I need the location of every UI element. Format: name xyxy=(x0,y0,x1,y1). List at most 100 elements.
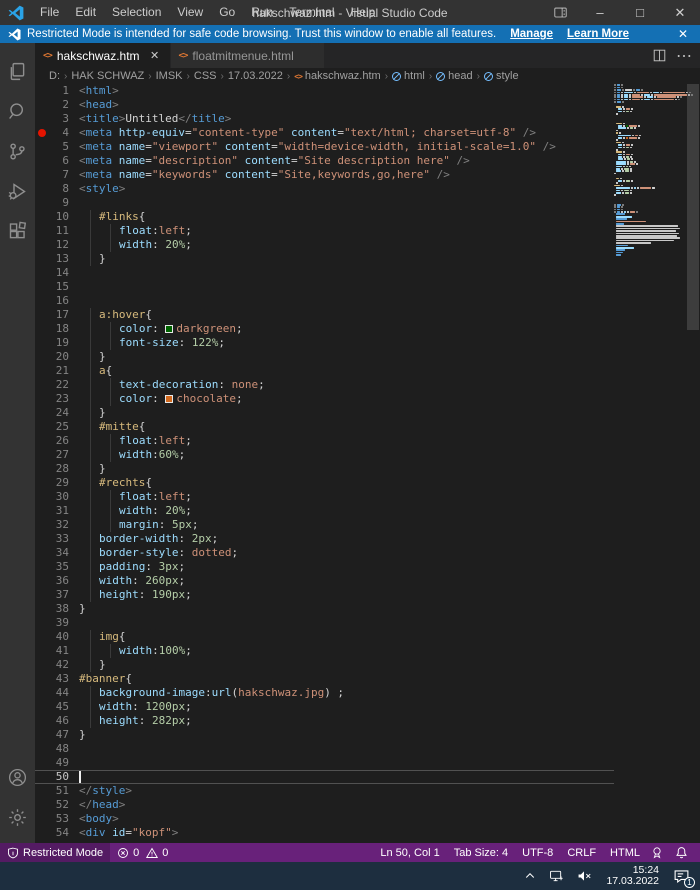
menu-view[interactable]: View xyxy=(169,0,211,25)
code-line-30[interactable]: 30float:left; xyxy=(35,490,614,504)
glyph-margin[interactable] xyxy=(35,546,49,560)
code-line-42[interactable]: 42} xyxy=(35,658,614,672)
glyph-margin[interactable] xyxy=(35,700,49,714)
glyph-margin[interactable] xyxy=(35,196,49,210)
glyph-margin[interactable] xyxy=(35,616,49,630)
glyph-margin[interactable] xyxy=(35,266,49,280)
glyph-margin[interactable] xyxy=(35,168,49,182)
glyph-margin[interactable] xyxy=(35,630,49,644)
run-debug-icon[interactable] xyxy=(0,171,35,211)
glyph-margin[interactable] xyxy=(35,644,49,658)
glyph-margin[interactable] xyxy=(35,84,49,98)
glyph-margin[interactable] xyxy=(35,784,49,798)
banner-close-icon[interactable]: ✕ xyxy=(672,27,694,41)
glyph-margin[interactable] xyxy=(35,210,49,224)
code-line-21[interactable]: 21a{ xyxy=(35,364,614,378)
settings-gear-icon[interactable] xyxy=(0,797,35,837)
glyph-margin[interactable] xyxy=(35,294,49,308)
code-line-10[interactable]: 10#links{ xyxy=(35,210,614,224)
extensions-icon[interactable] xyxy=(0,211,35,251)
code-line-48[interactable]: 48 xyxy=(35,742,614,756)
tab-floatmitmenue.html[interactable]: <>floatmitmenue.html✕ xyxy=(171,43,325,68)
code-line-26[interactable]: 26float:left; xyxy=(35,434,614,448)
glyph-margin[interactable] xyxy=(35,364,49,378)
glyph-margin[interactable] xyxy=(35,826,49,840)
taskbar-clock[interactable]: 15:24 17.03.2022 xyxy=(598,865,667,887)
close-window-button[interactable]: ✕ xyxy=(660,0,700,25)
glyph-margin[interactable] xyxy=(35,392,49,406)
glyph-margin[interactable] xyxy=(35,742,49,756)
restricted-mode-status[interactable]: Restricted Mode xyxy=(0,843,110,862)
volume-muted-icon[interactable] xyxy=(570,862,598,890)
glyph-margin[interactable] xyxy=(35,406,49,420)
code-line-31[interactable]: 31width: 20%; xyxy=(35,504,614,518)
code-line-17[interactable]: 17a:hover{ xyxy=(35,308,614,322)
code-line-37[interactable]: 37height: 190px; xyxy=(35,588,614,602)
code-line-34[interactable]: 34border-style: dotted; xyxy=(35,546,614,560)
learn-more-link[interactable]: Learn More xyxy=(567,28,629,40)
code-line-27[interactable]: 27width:60%; xyxy=(35,448,614,462)
explorer-icon[interactable] xyxy=(0,51,35,91)
language-mode-status[interactable]: HTML xyxy=(603,843,647,862)
breadcrumb-item-17-03-2022[interactable]: ›17.03.2022 xyxy=(217,70,283,82)
glyph-margin[interactable] xyxy=(35,378,49,392)
network-icon[interactable] xyxy=(542,862,570,890)
code-line-29[interactable]: 29#rechts{ xyxy=(35,476,614,490)
manage-link[interactable]: Manage xyxy=(510,28,553,40)
code-line-25[interactable]: 25#mitte{ xyxy=(35,420,614,434)
minimap[interactable] xyxy=(614,84,686,256)
code-line-8[interactable]: 8<style> xyxy=(35,182,614,196)
glyph-margin[interactable] xyxy=(35,588,49,602)
code-line-40[interactable]: 40img{ xyxy=(35,630,614,644)
menu-run[interactable]: Run xyxy=(243,0,281,25)
tab-size-status[interactable]: Tab Size: 4 xyxy=(447,843,515,862)
minimize-button[interactable]: – xyxy=(580,0,620,25)
glyph-margin[interactable] xyxy=(35,714,49,728)
breadcrumb-item-css[interactable]: ›CSS xyxy=(183,70,217,82)
breadcrumb-item-hak-schwaz[interactable]: ›HAK SCHWAZ xyxy=(60,70,144,82)
code-line-4[interactable]: 4<meta http-equiv="content-type" content… xyxy=(35,126,614,140)
code-line-5[interactable]: 5<meta name="viewport" content="width=de… xyxy=(35,140,614,154)
breadcrumb-item-style[interactable]: ›style xyxy=(473,70,519,82)
code-line-2[interactable]: 2<head> xyxy=(35,98,614,112)
feedback-icon[interactable] xyxy=(647,843,671,862)
glyph-margin[interactable] xyxy=(35,448,49,462)
code-line-16[interactable]: 16 xyxy=(35,294,614,308)
glyph-margin[interactable] xyxy=(35,154,49,168)
code-line-39[interactable]: 39 xyxy=(35,616,614,630)
glyph-margin[interactable] xyxy=(35,252,49,266)
code-line-46[interactable]: 46height: 282px; xyxy=(35,714,614,728)
code-line-24[interactable]: 24} xyxy=(35,406,614,420)
breadcrumb-item-imsk[interactable]: ›IMSK xyxy=(144,70,182,82)
breakpoint-icon[interactable] xyxy=(35,126,49,140)
code-line-14[interactable]: 14 xyxy=(35,266,614,280)
breadcrumb-item-hakschwaz-htm[interactable]: ›<>hakschwaz.htm xyxy=(283,70,381,82)
glyph-margin[interactable] xyxy=(35,182,49,196)
code-line-13[interactable]: 13} xyxy=(35,252,614,266)
glyph-margin[interactable] xyxy=(35,490,49,504)
glyph-margin[interactable] xyxy=(35,518,49,532)
code-line-3[interactable]: 3<title>Untitled</title> xyxy=(35,112,614,126)
code-line-49[interactable]: 49 xyxy=(35,756,614,770)
code-line-36[interactable]: 36width: 260px; xyxy=(35,574,614,588)
code-line-7[interactable]: 7<meta name="keywords" content="Site,key… xyxy=(35,168,614,182)
code-line-50[interactable]: 50 xyxy=(35,770,614,784)
glyph-margin[interactable] xyxy=(35,476,49,490)
code-line-12[interactable]: 12width: 20%; xyxy=(35,238,614,252)
menu-go[interactable]: Go xyxy=(211,0,243,25)
vertical-scrollbar[interactable] xyxy=(686,84,700,843)
code-line-28[interactable]: 28} xyxy=(35,462,614,476)
glyph-margin[interactable] xyxy=(35,574,49,588)
code-line-38[interactable]: 38} xyxy=(35,602,614,616)
code-line-9[interactable]: 9 xyxy=(35,196,614,210)
glyph-margin[interactable] xyxy=(35,686,49,700)
menu-edit[interactable]: Edit xyxy=(67,0,104,25)
glyph-margin[interactable] xyxy=(35,336,49,350)
glyph-margin[interactable] xyxy=(35,434,49,448)
glyph-margin[interactable] xyxy=(35,140,49,154)
code-line-1[interactable]: 1<html> xyxy=(35,84,614,98)
glyph-margin[interactable] xyxy=(35,350,49,364)
code-line-52[interactable]: 52</head> xyxy=(35,798,614,812)
code-line-54[interactable]: 54<div id="kopf"> xyxy=(35,826,614,840)
layout-toggle-icon[interactable] xyxy=(540,0,580,25)
